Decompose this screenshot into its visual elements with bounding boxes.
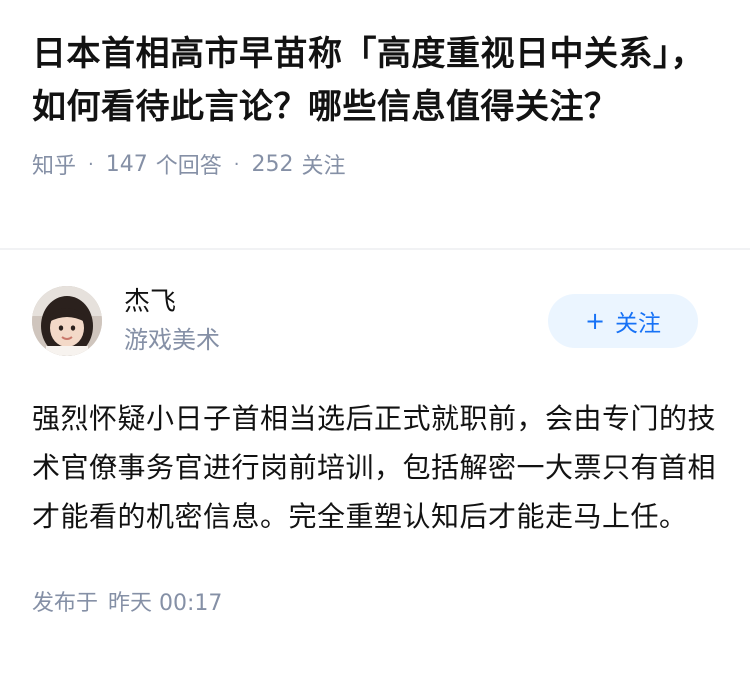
answer-content[interactable]: 强烈怀疑小日子首相当选后正式就职前，会由专门的技术官僚事务官进行岗前培训，包括解… [32, 394, 718, 541]
follow-button-label: 关注 [615, 311, 662, 337]
page: 日本首相高市早苗称「高度重视日中关系」，如何看待此言论？哪些信息值得关注？ 知乎… [0, 0, 750, 684]
answer-timestamp: 发布于 昨天 00:17 [32, 585, 718, 617]
follower-count-label: 关注 [301, 154, 346, 179]
meta-separator: · [88, 153, 94, 175]
author-text: 杰飞 游戏美术 [124, 285, 220, 357]
question-meta: 知乎 · 147 个回答 · 252 关注 [32, 148, 718, 180]
follow-button[interactable]: + 关注 [548, 294, 698, 348]
avatar[interactable] [32, 286, 102, 356]
answer-card: 杰飞 游戏美术 + 关注 强烈怀疑小日子首相当选后正式就职前，会由专门的技术官僚… [0, 284, 750, 617]
published-label: 发布于 [32, 591, 99, 616]
source-label[interactable]: 知乎 [32, 148, 76, 180]
meta-separator: · [233, 153, 240, 175]
author-name[interactable]: 杰飞 [124, 285, 220, 319]
published-time: 昨天 00:17 [108, 591, 223, 616]
follower-count: 252 [251, 151, 294, 177]
answer-count: 147 [105, 151, 148, 177]
question-title[interactable]: 日本首相高市早苗称「高度重视日中关系」，如何看待此言论？哪些信息值得关注？ [32, 28, 718, 134]
avatar-image [32, 286, 102, 356]
author-info: 杰飞 游戏美术 + 关注 [32, 284, 718, 358]
author-bio: 游戏美术 [124, 326, 220, 354]
plus-icon: + [584, 307, 606, 335]
answer-count-label: 个回答 [155, 154, 222, 179]
question-header: 日本首相高市早苗称「高度重视日中关系」，如何看待此言论？哪些信息值得关注？ 知乎… [0, 0, 750, 250]
